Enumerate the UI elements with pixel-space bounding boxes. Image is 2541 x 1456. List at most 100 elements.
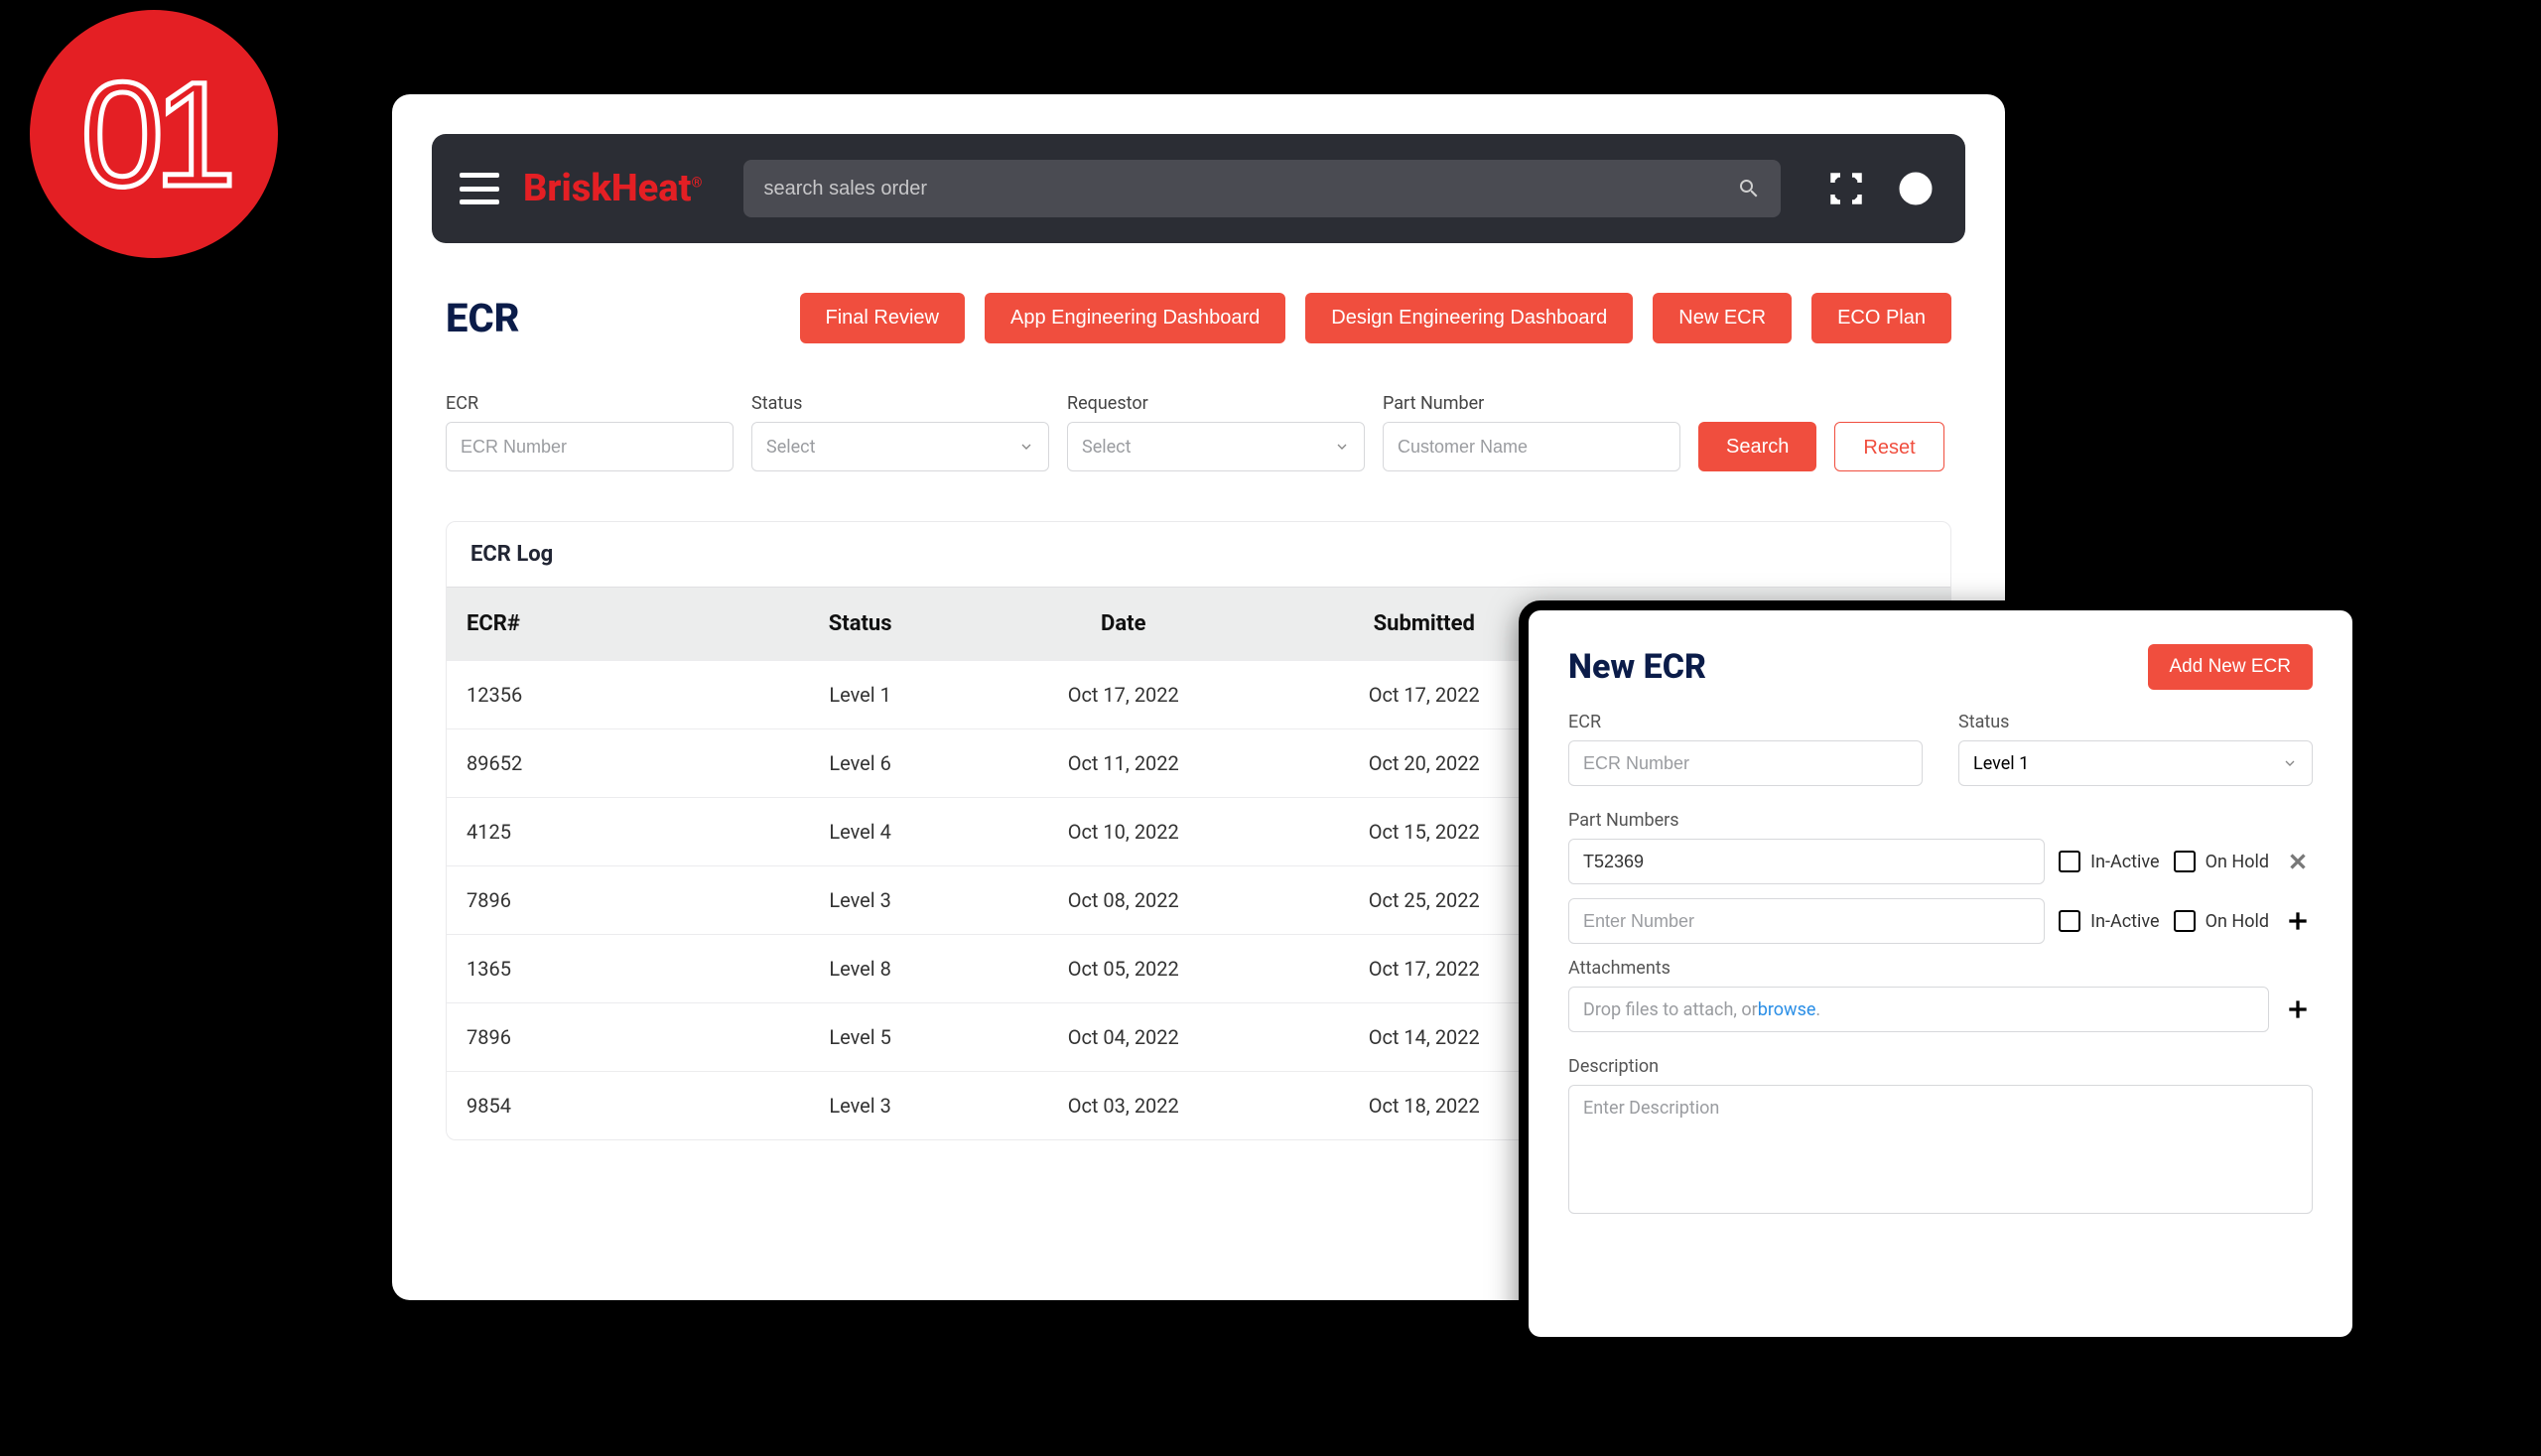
filter-requestor-label: Requestor: [1067, 393, 1365, 414]
checkbox-icon: [2174, 910, 2196, 932]
app-eng-dashboard-button[interactable]: App Engineering Dashboard: [985, 293, 1285, 343]
checkbox-icon: [2059, 910, 2080, 932]
page-header: ECR Final Review App Engineering Dashboa…: [392, 243, 2005, 373]
browse-link[interactable]: browse: [1758, 999, 1816, 1020]
cell-date: Oct 05, 2022: [973, 935, 1273, 1003]
cell-ecr: 1365: [447, 935, 747, 1003]
inactive-label: In-Active: [2090, 911, 2159, 932]
filter-status-select[interactable]: Select: [751, 422, 1049, 471]
inactive-checkbox[interactable]: In-Active: [2059, 851, 2159, 872]
chevron-down-icon: [1018, 439, 1034, 455]
part-row-action[interactable]: [2283, 906, 2313, 936]
filter-status-label: Status: [751, 393, 1049, 414]
topbar-right: [1824, 167, 1938, 210]
onhold-label: On Hold: [2206, 911, 2269, 932]
brand-logo: BriskHeat®: [523, 167, 702, 210]
cell-status: Level 3: [747, 1072, 973, 1140]
global-search-input[interactable]: [763, 178, 1737, 200]
attachments-label: Attachments: [1568, 958, 2313, 979]
search-icon[interactable]: [1737, 177, 1761, 200]
chevron-down-icon: [1334, 439, 1350, 455]
modal-status-select[interactable]: Level 1: [1958, 740, 2313, 786]
eco-plan-button[interactable]: ECO Plan: [1811, 293, 1951, 343]
col-date: Date: [973, 588, 1273, 661]
design-eng-dashboard-button[interactable]: Design Engineering Dashboard: [1305, 293, 1633, 343]
modal-status-value: Level 1: [1973, 753, 2029, 774]
onhold-checkbox[interactable]: On Hold: [2174, 910, 2269, 932]
inactive-checkbox[interactable]: In-Active: [2059, 910, 2159, 932]
filters-row: ECR Status Select Requestor Select Part …: [392, 373, 2005, 491]
part-row-action[interactable]: [2283, 847, 2313, 876]
checkbox-icon: [2059, 851, 2080, 872]
cell-status: Level 5: [747, 1003, 973, 1072]
plus-icon: [2285, 908, 2311, 934]
add-new-ecr-button[interactable]: Add New ECR: [2148, 644, 2314, 690]
checkbox-icon: [2174, 851, 2196, 872]
account-icon[interactable]: [1894, 167, 1938, 210]
part-rows-container: In-Active On Hold In-Active On Hold: [1568, 839, 2313, 944]
page-title: ECR: [446, 295, 520, 341]
filter-part: Part Number: [1383, 393, 1680, 471]
part-row: In-Active On Hold: [1568, 839, 2313, 884]
topbar: BriskHeat®: [432, 134, 1965, 243]
drop-text-prefix: Drop files to attach, or: [1583, 999, 1758, 1020]
global-search[interactable]: [743, 160, 1781, 217]
plus-icon: [2285, 996, 2311, 1022]
filter-ecr: ECR: [446, 393, 734, 471]
cell-status: Level 1: [747, 661, 973, 729]
part-numbers-label: Part Numbers: [1568, 810, 2313, 831]
modal-status-col: Status Level 1: [1958, 712, 2313, 786]
filter-ecr-label: ECR: [446, 393, 734, 414]
menu-icon[interactable]: [460, 173, 499, 204]
new-ecr-button[interactable]: New ECR: [1653, 293, 1792, 343]
inactive-label: In-Active: [2090, 852, 2159, 872]
reset-button[interactable]: Reset: [1834, 422, 1943, 471]
cell-ecr: 9854: [447, 1072, 747, 1140]
part-number-input[interactable]: [1568, 839, 2045, 884]
attachments-dropzone[interactable]: Drop files to attach, or browse .: [1568, 987, 2269, 1032]
cell-ecr: 12356: [447, 661, 747, 729]
filter-status: Status Select: [751, 393, 1049, 471]
part-row: In-Active On Hold: [1568, 898, 2313, 944]
filter-status-value: Select: [766, 437, 815, 458]
cell-ecr: 7896: [447, 866, 747, 935]
cell-status: Level 8: [747, 935, 973, 1003]
cell-date: Oct 03, 2022: [973, 1072, 1273, 1140]
filter-requestor-value: Select: [1082, 437, 1131, 458]
close-icon: [2285, 849, 2311, 874]
onhold-label: On Hold: [2206, 852, 2269, 872]
brand-text: BriskHeat: [523, 167, 691, 210]
part-number-input[interactable]: [1568, 898, 2045, 944]
cell-status: Level 4: [747, 798, 973, 866]
description-label: Description: [1568, 1056, 2313, 1077]
attachments-row: Drop files to attach, or browse .: [1568, 987, 2313, 1032]
cell-status: Level 3: [747, 866, 973, 935]
cell-status: Level 6: [747, 729, 973, 798]
cell-ecr: 4125: [447, 798, 747, 866]
cell-date: Oct 17, 2022: [973, 661, 1273, 729]
modal-ecr-col: ECR: [1568, 712, 1923, 786]
filter-part-input[interactable]: [1383, 422, 1680, 471]
fullscreen-icon[interactable]: [1824, 167, 1868, 210]
ecr-log-title: ECR Log: [447, 522, 1950, 587]
cell-date: Oct 11, 2022: [973, 729, 1273, 798]
final-review-button[interactable]: Final Review: [800, 293, 965, 343]
cell-ecr: 89652: [447, 729, 747, 798]
filter-part-label: Part Number: [1383, 393, 1680, 414]
cell-ecr: 7896: [447, 1003, 747, 1072]
filter-requestor-select[interactable]: Select: [1067, 422, 1365, 471]
modal-ecr-label: ECR: [1568, 712, 1923, 732]
attachment-add-button[interactable]: [2283, 994, 2313, 1024]
col-status: Status: [747, 588, 973, 661]
cell-date: Oct 10, 2022: [973, 798, 1273, 866]
filter-ecr-input[interactable]: [446, 422, 734, 471]
onhold-checkbox[interactable]: On Hold: [2174, 851, 2269, 872]
search-button[interactable]: Search: [1698, 422, 1816, 471]
drop-text-suffix: .: [1815, 999, 1820, 1020]
modal-ecr-input[interactable]: [1568, 740, 1923, 786]
step-number: 01: [81, 49, 227, 220]
description-textarea[interactable]: [1568, 1085, 2313, 1214]
chevron-down-icon: [2282, 755, 2298, 771]
col-ecr: ECR#: [447, 588, 747, 661]
new-ecr-modal: New ECR Add New ECR ECR Status Level 1 P…: [1519, 600, 2362, 1347]
